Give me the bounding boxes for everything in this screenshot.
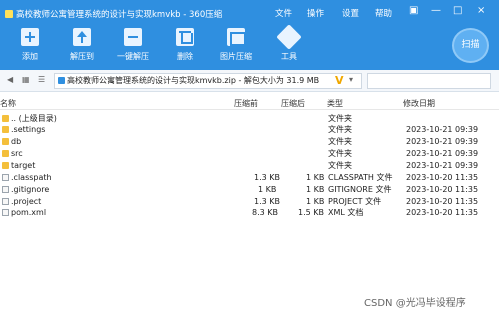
view-grid-icon[interactable]: ▦ — [22, 76, 30, 84]
tools-icon — [276, 24, 302, 50]
archive-path-text: 高校教师公寓管理系统的设计与实现kmvkb.zip - 解包大小为 31.9 M… — [67, 76, 320, 85]
file-row[interactable]: src 文件夹 2023-10-21 09:39 — [0, 148, 499, 160]
minimize-icon[interactable]: — — [431, 6, 441, 16]
file-original-size: 1 KB — [258, 185, 277, 194]
maximize-icon[interactable]: □ — [453, 6, 462, 16]
file-type: CLASSPATH 文件 — [328, 173, 393, 182]
file-type: 文件夹 — [328, 149, 352, 158]
file-compressed-size: 1 KB — [306, 173, 325, 182]
column-compressed-size[interactable]: 压缩后 — [281, 98, 305, 109]
extract-to-button-label: 解压到 — [70, 52, 94, 61]
file-row[interactable]: .classpath 1.3 KB 1 KB CLASSPATH 文件 2023… — [0, 172, 499, 184]
file-name: .classpath — [11, 173, 52, 182]
file-row[interactable]: pom.xml 8.3 KB 1.5 KB XML 文档 2023-10-20 … — [0, 207, 499, 219]
file-type: 文件夹 — [328, 137, 352, 146]
file-modified: 2023-10-21 09:39 — [406, 161, 479, 170]
file-compressed-size: 1.5 KB — [298, 208, 324, 217]
path-dropdown-icon[interactable]: V — [335, 74, 344, 87]
file-modified: 2023-10-20 11:35 — [406, 173, 479, 182]
tools-button[interactable]: 工具 — [271, 24, 307, 62]
file-type: GITIGNORE 文件 — [328, 185, 392, 194]
delete-button[interactable]: 删除 — [167, 28, 203, 62]
file-original-size: 1.3 KB — [254, 173, 280, 182]
file-type: 文件夹 — [328, 125, 352, 134]
search-input[interactable] — [367, 73, 491, 89]
scan-button[interactable]: 扫描 — [452, 28, 489, 63]
file-icon — [2, 198, 9, 205]
extract-to-icon — [73, 28, 91, 46]
folder-icon — [2, 115, 9, 122]
folder-icon — [2, 150, 9, 157]
file-name: .gitignore — [11, 185, 50, 194]
file-modified: 2023-10-21 09:39 — [406, 137, 479, 146]
column-modified[interactable]: 修改日期 — [403, 98, 435, 109]
archive-path[interactable]: 高校教师公寓管理系统的设计与实现kmvkb.zip - 解包大小为 31.9 M… — [54, 73, 362, 89]
menu-help[interactable]: 帮助 — [375, 7, 392, 19]
file-compressed-size: 1 KB — [306, 185, 325, 194]
file-modified: 2023-10-20 11:35 — [406, 208, 479, 217]
one-click-extract-icon — [124, 28, 142, 46]
delete-button-label: 删除 — [177, 52, 193, 61]
add-icon — [21, 28, 39, 46]
watermark: CSDN @光冯毕设程序 — [364, 298, 466, 309]
folder-icon — [2, 162, 9, 169]
image-compress-button-label: 图片压缩 — [220, 52, 252, 61]
file-modified: 2023-10-21 09:39 — [406, 149, 479, 158]
column-type[interactable]: 类型 — [327, 98, 343, 109]
add-button-label: 添加 — [22, 52, 38, 61]
menu-settings[interactable]: 设置 — [342, 7, 359, 19]
file-name: pom.xml — [11, 208, 47, 217]
file-modified: 2023-10-21 09:39 — [406, 125, 479, 134]
title-bar: 高校教师公寓管理系统的设计与实现kmvkb - 360压缩 文件 操作 设置 帮… — [0, 0, 499, 70]
archive-icon — [58, 77, 65, 84]
file-icon — [2, 209, 9, 216]
app-logo-icon — [5, 10, 13, 18]
file-type: XML 文档 — [328, 208, 364, 217]
path-chevron-down-icon[interactable]: ▾ — [349, 76, 357, 84]
close-icon[interactable]: × — [477, 6, 485, 16]
folder-icon — [2, 138, 9, 145]
file-name: .settings — [11, 125, 46, 134]
image-compress-icon — [227, 28, 246, 46]
image-compress-button[interactable]: 图片压缩 — [218, 28, 254, 62]
file-row[interactable]: db 文件夹 2023-10-21 09:39 — [0, 136, 499, 148]
view-list-icon[interactable]: ☰ — [38, 76, 46, 84]
file-original-size: 8.3 KB — [252, 208, 278, 217]
file-icon — [2, 174, 9, 181]
extract-to-button[interactable]: 解压到 — [64, 28, 100, 62]
window-title: 高校教师公寓管理系统的设计与实现kmvkb - 360压缩 — [5, 8, 222, 20]
file-list-header: 名称 压缩前 压缩后 类型 修改日期 — [0, 94, 499, 110]
skin-icon[interactable]: ▣ — [409, 6, 418, 16]
file-icon — [2, 186, 9, 193]
one-click-extract-button-label: 一键解压 — [117, 52, 149, 61]
add-button[interactable]: 添加 — [12, 28, 48, 62]
window-title-text: 高校教师公寓管理系统的设计与实现kmvkb - 360压缩 — [16, 10, 223, 20]
folder-icon — [2, 126, 9, 133]
file-name: target — [11, 161, 36, 170]
column-original-size[interactable]: 压缩前 — [234, 98, 258, 109]
column-name[interactable]: 名称 — [0, 98, 16, 109]
delete-icon — [176, 28, 194, 46]
address-bar: ◀ ▦ ☰ 高校教师公寓管理系统的设计与实现kmvkb.zip - 解包大小为 … — [0, 70, 499, 92]
file-type: 文件夹 — [328, 161, 352, 170]
file-name: src — [11, 149, 23, 158]
tools-button-label: 工具 — [281, 52, 297, 61]
menu-operation[interactable]: 操作 — [307, 7, 324, 19]
menu-file[interactable]: 文件 — [275, 7, 292, 19]
file-row[interactable]: .settings 文件夹 2023-10-21 09:39 — [0, 124, 499, 136]
file-row[interactable]: .gitignore 1 KB 1 KB GITIGNORE 文件 2023-1… — [0, 184, 499, 196]
back-icon[interactable]: ◀ — [7, 76, 15, 84]
file-modified: 2023-10-20 11:35 — [406, 185, 479, 194]
file-name: db — [11, 137, 22, 146]
one-click-extract-button[interactable]: 一键解压 — [115, 28, 151, 62]
file-row[interactable]: target 文件夹 2023-10-21 09:39 — [0, 160, 499, 172]
